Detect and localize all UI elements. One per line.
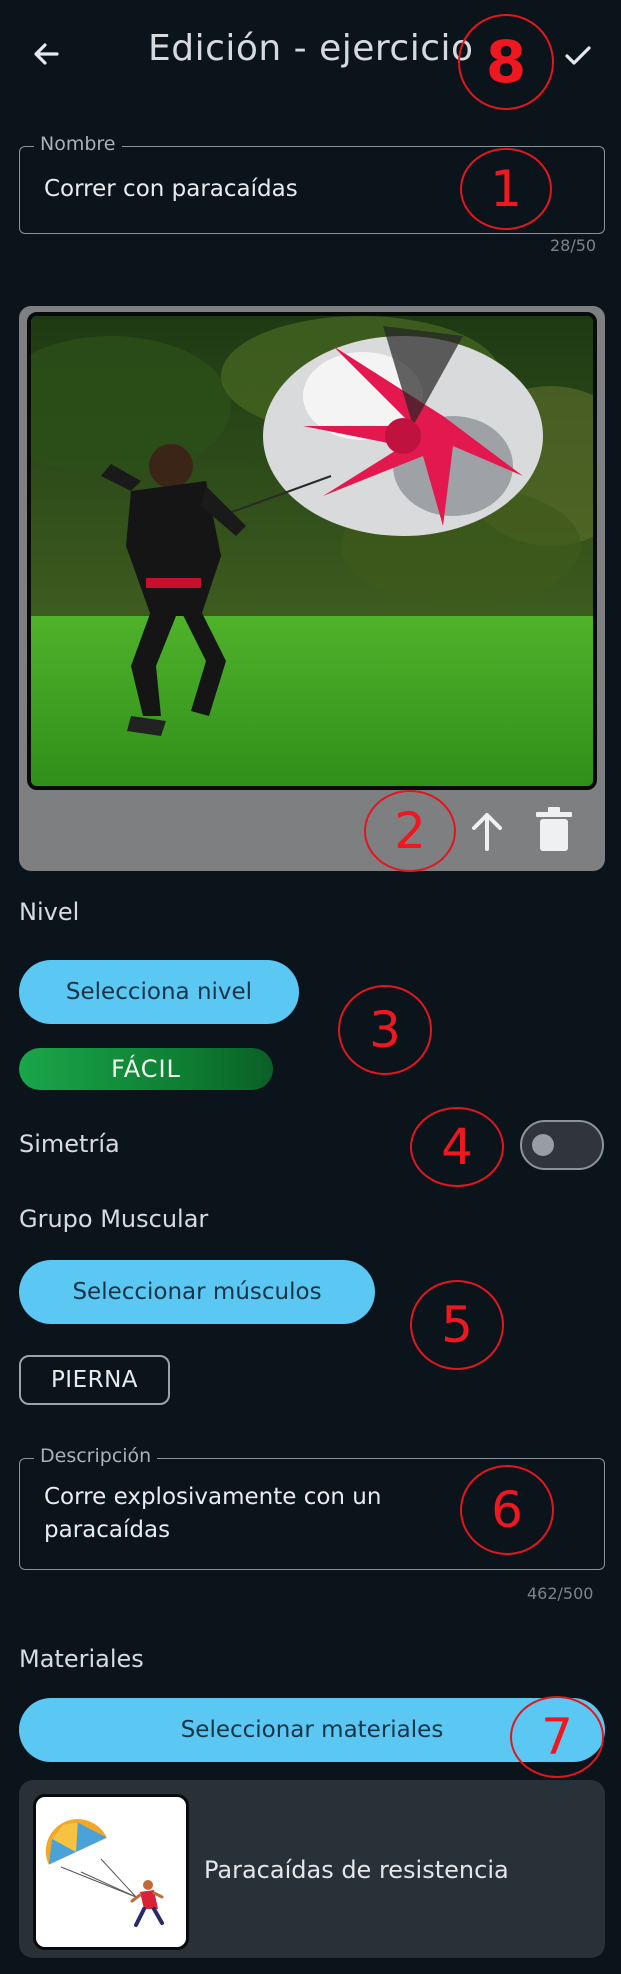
description-char-counter: 462/500 xyxy=(527,1584,594,1603)
toggle-knob xyxy=(532,1134,554,1156)
name-field-value: Correr con paracaídas xyxy=(44,176,298,202)
name-field-label: Nombre xyxy=(34,133,122,155)
symmetry-label: Simetría xyxy=(19,1130,120,1158)
material-name: Paracaídas de resistencia xyxy=(204,1856,509,1884)
arrow-up-icon xyxy=(472,813,502,851)
annotation-marker-1: 1 xyxy=(460,148,552,230)
name-char-counter: 28/50 xyxy=(550,236,597,255)
muscle-group-label: Grupo Muscular xyxy=(19,1205,209,1233)
annotation-marker-4: 4 xyxy=(410,1107,504,1187)
material-thumbnail xyxy=(33,1794,189,1950)
confirm-button[interactable] xyxy=(558,36,598,76)
description-line-1: Corre explosivamente con un xyxy=(44,1484,382,1510)
annotation-marker-3: 3 xyxy=(338,985,432,1075)
select-level-button[interactable]: Selecciona nivel xyxy=(19,960,299,1024)
delete-image-button[interactable] xyxy=(531,802,577,858)
arrow-left-icon xyxy=(34,43,59,65)
exercise-image-card xyxy=(19,306,605,871)
annotation-marker-6: 6 xyxy=(460,1465,554,1555)
muscle-chip[interactable]: PIERNA xyxy=(19,1355,170,1405)
page-title: Edición - ejercicio xyxy=(148,28,474,69)
description-line-2: paracaídas xyxy=(44,1517,171,1543)
annotation-marker-8: 8 xyxy=(458,14,554,110)
annotation-marker-7: 7 xyxy=(510,1696,604,1778)
description-field-label: Descripción xyxy=(34,1445,158,1467)
material-item[interactable]: Paracaídas de resistencia xyxy=(19,1780,605,1958)
symmetry-toggle[interactable] xyxy=(520,1120,604,1170)
select-muscles-button[interactable]: Seleccionar músculos xyxy=(19,1260,375,1324)
back-button[interactable] xyxy=(26,34,66,74)
exercise-photo xyxy=(27,312,597,790)
check-icon xyxy=(565,46,591,65)
level-label: Nivel xyxy=(19,898,80,926)
annotation-marker-2: 2 xyxy=(364,790,456,872)
level-badge: FÁCIL xyxy=(19,1048,273,1090)
annotation-marker-5: 5 xyxy=(410,1280,504,1370)
trash-icon xyxy=(536,807,572,851)
upload-image-button[interactable] xyxy=(464,806,510,856)
materials-label: Materiales xyxy=(19,1645,144,1673)
